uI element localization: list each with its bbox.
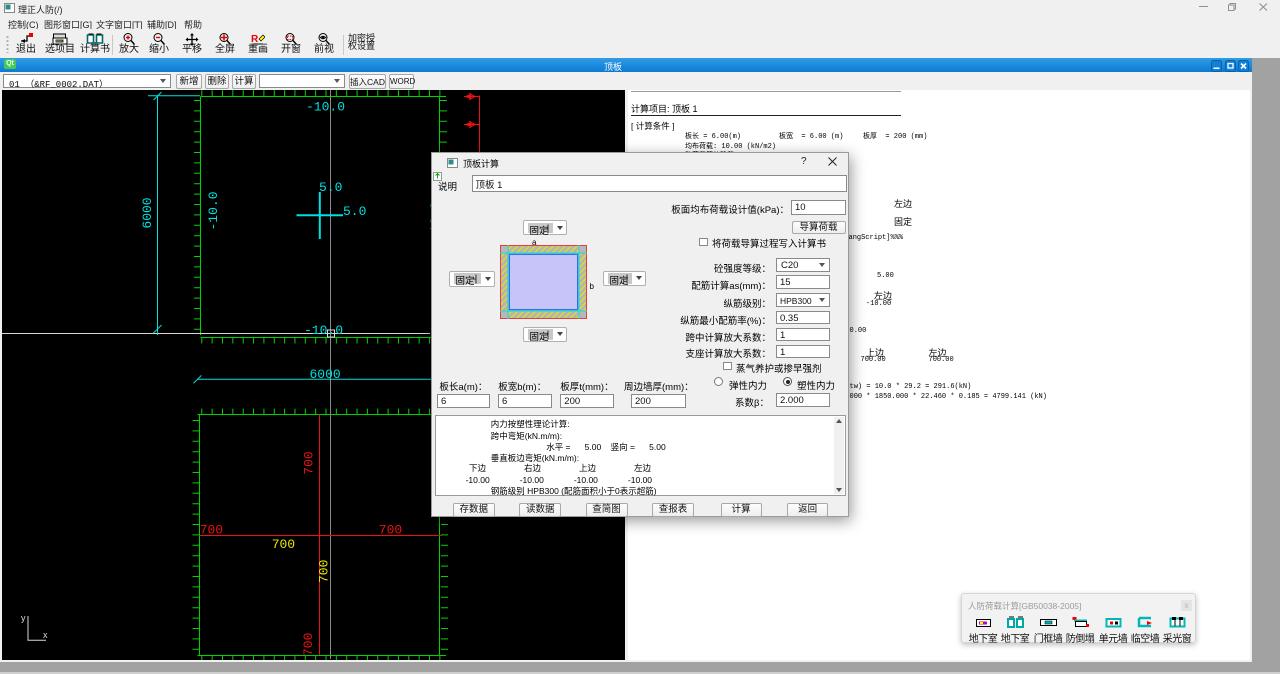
svg-text:6000: 6000 [310, 367, 341, 382]
svg-text:700: 700 [317, 560, 332, 583]
svg-text:700: 700 [301, 633, 316, 656]
svg-text:-10.0: -10.0 [206, 191, 221, 230]
svg-text:700: 700 [379, 523, 402, 538]
svg-text:6000: 6000 [140, 197, 155, 228]
svg-text:700: 700 [272, 537, 295, 552]
svg-text:700: 700 [200, 523, 223, 538]
svg-text:x: x [43, 630, 48, 640]
svg-text:700: 700 [302, 451, 317, 474]
svg-text:-10.0: -10.0 [306, 100, 345, 115]
svg-text:-10.0: -10.0 [304, 323, 343, 338]
svg-text:y: y [21, 613, 26, 623]
svg-text:5.0: 5.0 [343, 204, 366, 219]
svg-text:5.0: 5.0 [319, 180, 342, 195]
